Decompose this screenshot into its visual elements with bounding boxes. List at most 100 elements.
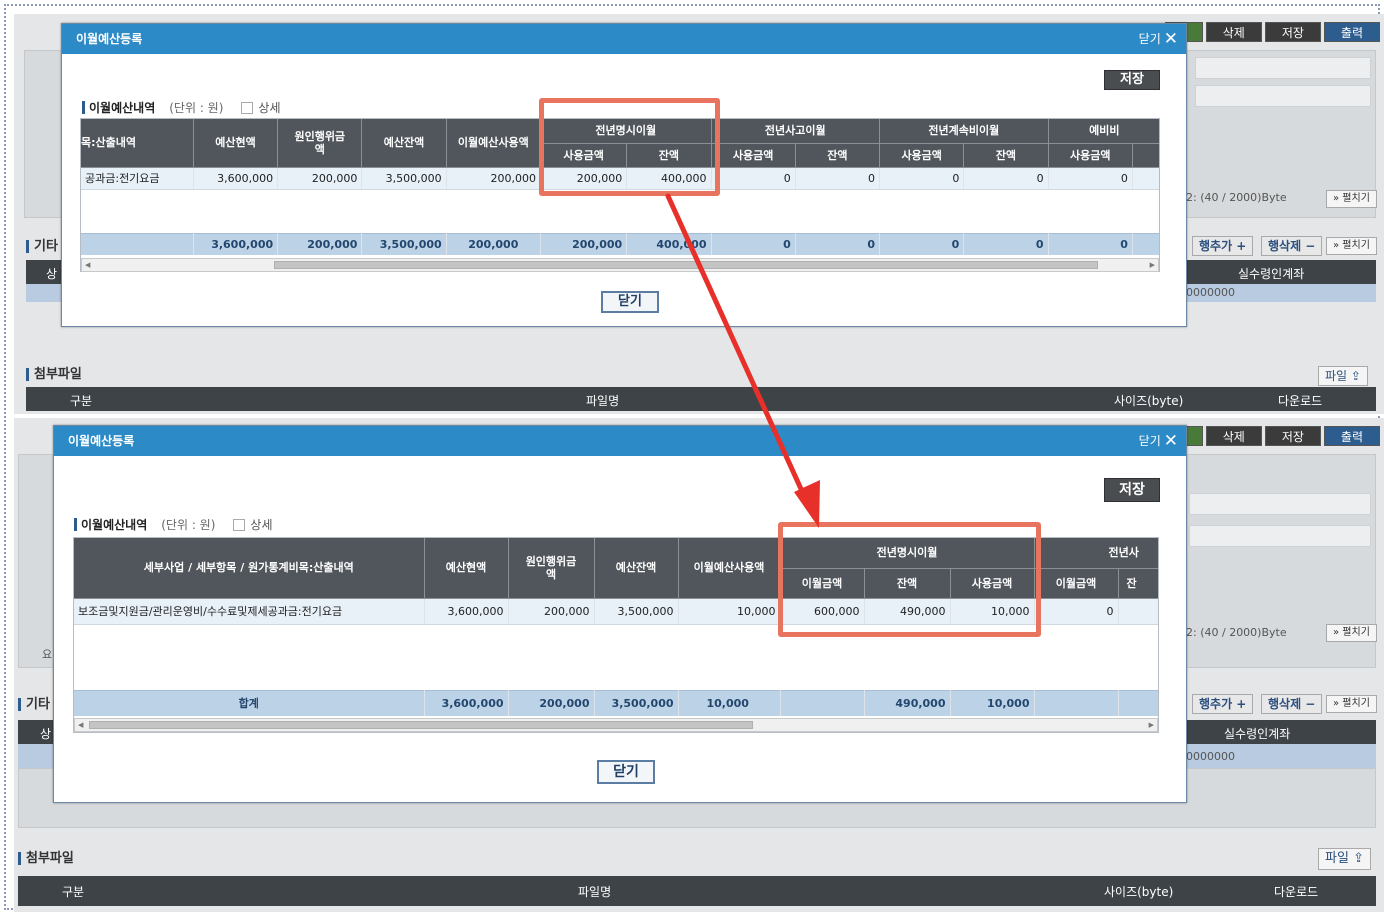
dialog-save-button[interactable]: 저장 — [1104, 478, 1160, 502]
horizontal-scrollbar[interactable]: ◀ ▶ — [81, 258, 1159, 272]
scroll-right-icon[interactable]: ▶ — [1150, 259, 1155, 271]
horizontal-scrollbar[interactable]: ◀ ▶ — [74, 718, 1158, 732]
header-commitment: 원인행위금액 — [277, 119, 363, 168]
expand-button-label: 펼치기 — [1342, 627, 1370, 638]
detail-checkbox-label: 상세 — [258, 101, 281, 115]
dialog-close-link[interactable]: 닫기 ✕ — [1139, 24, 1178, 54]
attach-col-filename: 파일명 — [586, 394, 620, 408]
cell — [780, 689, 865, 716]
byte-counter: 2: (40 / 2000)Byte — [1186, 191, 1287, 204]
cell: 200,000 — [277, 232, 363, 255]
background-field — [1195, 85, 1371, 107]
header-commitment: 원인행위금액 — [508, 538, 595, 599]
expand-button-label: 펼치기 — [1342, 698, 1370, 709]
cell: 3,600,000 — [193, 167, 279, 190]
expand-button[interactable]: » 펼치기 — [1326, 624, 1377, 642]
close-icon: ✕ — [1163, 431, 1178, 451]
upload-icon: ⇪ — [1353, 851, 1364, 866]
scroll-right-icon[interactable]: ▶ — [1149, 719, 1154, 731]
cell: 0 — [1048, 232, 1133, 255]
expand-button-label: 펼치기 — [1342, 193, 1370, 204]
attach-col-download: 다운로드 — [1274, 885, 1319, 899]
attach-grid-header: 구분 파일명 사이즈(byte) 다운로드 — [18, 876, 1376, 906]
other-grid-header-cut: 상 — [40, 727, 52, 741]
account-column-header: 실수령인계좌 — [1238, 267, 1305, 281]
scrollbar-thumb[interactable] — [89, 721, 753, 729]
toolbar-print-button[interactable]: 출력 — [1323, 22, 1380, 42]
toolbar-delete-button[interactable]: 삭제 — [1205, 426, 1262, 446]
cell: 200,000 — [508, 689, 595, 716]
cell: 0 — [963, 232, 1049, 255]
subheader-balance: 잔액 — [963, 143, 1049, 168]
file-button-label: 파일 — [1325, 851, 1349, 866]
other-grid-header-cut: 상 — [46, 267, 58, 281]
dialog-title: 이월예산등록 — [68, 434, 135, 448]
header-continuing-carryover: 전년계속비이월 — [879, 119, 1049, 144]
cell: 200,000 — [540, 232, 628, 255]
account-column-header: 실수령인계좌 — [1224, 727, 1291, 741]
other-section-title: 기타 — [18, 698, 50, 711]
unit-label: (단위 : 원) — [169, 101, 224, 115]
subheader-use-amount: 사용금액 — [711, 143, 796, 168]
cell: 0 — [795, 232, 881, 255]
file-upload-button[interactable]: 파일 ⇪ — [1318, 848, 1371, 870]
scroll-left-icon[interactable]: ◀ — [78, 719, 83, 731]
cell: 400,000 — [626, 232, 712, 255]
cell: 200,000 — [277, 167, 363, 190]
subheader-balance: 잔 — [1118, 568, 1158, 599]
scrollbar-thumb[interactable] — [274, 261, 1098, 269]
header-item: 목:산출내역 — [81, 119, 194, 168]
dialog-close-label: 닫기 — [1138, 32, 1161, 46]
cell: 10,000 — [678, 689, 781, 716]
cell: 0 — [879, 232, 965, 255]
section-title: 이월예산내역 — [81, 518, 148, 532]
byte-counter: 2: (40 / 2000)Byte — [1186, 626, 1287, 639]
header-accident-carryover: 전년사 — [1034, 538, 1158, 569]
cell: 0 — [711, 232, 796, 255]
cell: 10,000 — [678, 598, 781, 625]
unit-label: (단위 : 원) — [161, 518, 216, 532]
dialog-close-button[interactable]: 닫기 — [601, 291, 659, 313]
detail-checkbox[interactable] — [241, 101, 254, 114]
background-field — [1189, 493, 1371, 515]
cell: 합계 — [74, 689, 425, 716]
cell: 공과금:전기요금 — [81, 167, 194, 190]
cell — [1118, 689, 1158, 716]
expand-button-label: 펼치기 — [1342, 240, 1370, 251]
attach-col-size: 사이즈(byte) — [1104, 885, 1174, 899]
header-reserve: 예비비 — [1048, 119, 1159, 144]
cell: 3,600,000 — [424, 689, 509, 716]
scroll-left-icon[interactable]: ◀ — [85, 259, 90, 271]
cell — [1034, 689, 1119, 716]
toolbar-print-button[interactable]: 출력 — [1323, 426, 1380, 446]
dialog-close-button[interactable]: 닫기 — [597, 760, 655, 784]
cell: 3,600,000 — [193, 232, 279, 255]
background-field — [1189, 525, 1371, 547]
highlight-box-before — [539, 98, 720, 196]
row-delete-button[interactable]: 행삭제 − — [1261, 694, 1323, 714]
expand-button[interactable]: » 펼치기 — [1326, 695, 1377, 713]
cell: 0 — [879, 167, 965, 190]
file-upload-button[interactable]: 파일 ⇪ — [1318, 366, 1368, 386]
dialog-title: 이월예산등록 — [76, 32, 143, 46]
header-balance: 예산잔액 — [594, 538, 679, 599]
header-carry-usage: 이월예산사용액 — [446, 119, 541, 168]
row-add-button[interactable]: 행추가 + — [1192, 694, 1254, 714]
header-accident-carryover: 전년사고이월 — [711, 119, 881, 144]
header-budget: 예산현액 — [193, 119, 279, 168]
dialog-save-button[interactable]: 저장 — [1104, 70, 1160, 90]
attach-col-type: 구분 — [62, 885, 85, 899]
expand-button[interactable]: » 펼치기 — [1326, 237, 1377, 255]
detail-checkbox[interactable] — [233, 518, 246, 531]
toolbar-save-button[interactable]: 저장 — [1264, 426, 1321, 446]
header-carry-usage: 이월예산사용액 — [678, 538, 781, 599]
background-toolbar-bottom: 삭제 저장 출력 — [1164, 426, 1380, 446]
cell: 3,500,000 — [361, 167, 447, 190]
toolbar-save-button[interactable]: 저장 — [1264, 22, 1321, 42]
row-add-button[interactable]: 행추가 + — [1192, 236, 1254, 256]
cell: 200,000 — [446, 232, 541, 255]
row-delete-button[interactable]: 행삭제 − — [1261, 236, 1323, 256]
dialog-close-link[interactable]: 닫기 ✕ — [1139, 426, 1178, 456]
expand-button[interactable]: » 펼치기 — [1326, 190, 1377, 208]
toolbar-delete-button[interactable]: 삭제 — [1205, 22, 1262, 42]
